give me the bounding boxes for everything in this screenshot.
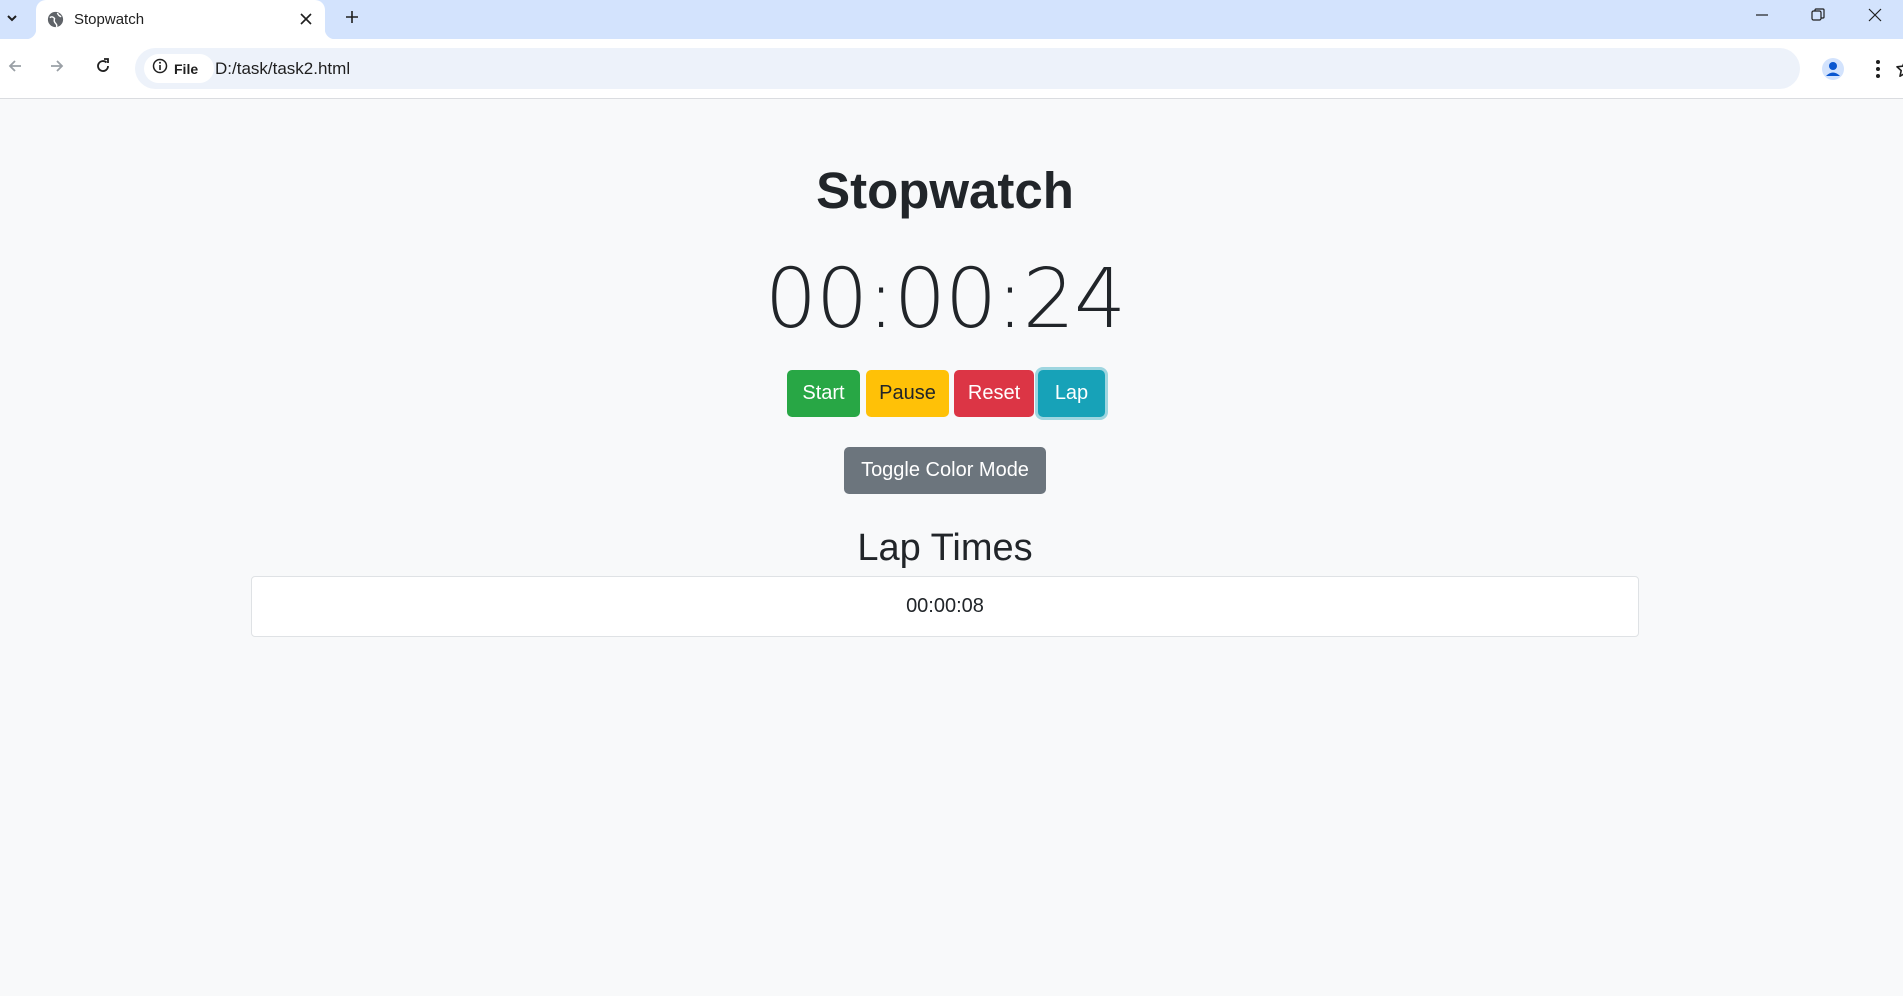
lap-button[interactable]: Lap	[1038, 370, 1105, 417]
start-button[interactable]: Start	[787, 370, 860, 417]
reload-icon[interactable]	[88, 51, 118, 81]
lap-times-heading: Lap Times	[857, 527, 1033, 569]
address-bar[interactable]: File D:/task/task2.html	[135, 48, 1903, 89]
tab-title: Stopwatch	[74, 11, 145, 28]
restore-icon[interactable]	[1790, 0, 1846, 30]
stopwatch-display: 00:00:24	[764, 252, 1126, 347]
globe-icon	[46, 10, 65, 29]
profile-icon[interactable]	[1818, 54, 1848, 84]
reset-button[interactable]: Reset	[954, 370, 1034, 417]
plus-icon[interactable]	[338, 3, 366, 31]
lap-item: 00:00:08	[251, 576, 1639, 637]
site-info-label: File	[174, 60, 199, 77]
more-menu-icon[interactable]	[1864, 54, 1892, 84]
toggle-color-mode-button[interactable]: Toggle Color Mode	[844, 447, 1046, 494]
tab-strip: Stopwatch	[0, 0, 1903, 39]
info-icon	[152, 58, 168, 79]
page-title: Stopwatch	[816, 162, 1074, 219]
tab-search-icon[interactable]	[0, 4, 24, 32]
pause-button[interactable]: Pause	[866, 370, 949, 417]
star-icon[interactable]	[1892, 56, 1903, 82]
back-icon[interactable]	[0, 51, 30, 81]
page-content: Stopwatch 00:00:24 Start Pause Reset Lap…	[0, 99, 1903, 996]
lap-list: 00:00:08	[251, 576, 1639, 637]
forward-icon[interactable]	[42, 51, 72, 81]
browser-toolbar: File D:/task/task2.html	[0, 39, 1903, 99]
close-window-icon[interactable]	[1847, 0, 1903, 30]
site-info-chip[interactable]: File	[144, 54, 214, 83]
close-icon[interactable]	[294, 7, 318, 31]
url-text[interactable]: D:/task/task2.html	[215, 59, 350, 79]
minimize-icon[interactable]	[1734, 0, 1790, 30]
browser-tab[interactable]: Stopwatch	[26, 0, 335, 39]
